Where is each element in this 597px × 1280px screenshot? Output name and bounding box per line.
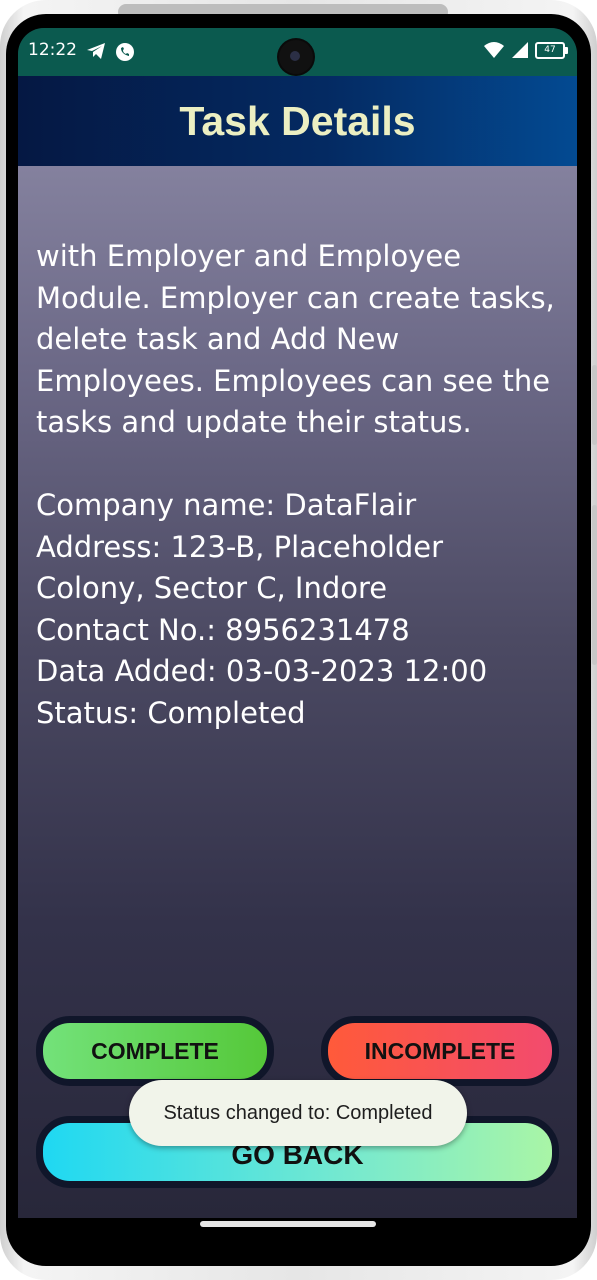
phone-frame: 12:22 47 Task Details with Employer and … [0,0,597,1280]
front-camera [279,40,313,74]
complete-button[interactable]: COMPLETE [36,1016,274,1086]
system-icons: 47 [483,41,568,59]
telegram-icon [87,43,105,59]
signal-icon [512,42,528,58]
incomplete-button[interactable]: INCOMPLETE [321,1016,559,1086]
task-details-text: with Employer and Employee Module. Emplo… [36,239,555,730]
page-title: Task Details [179,98,416,144]
volume-button [592,365,597,445]
power-button [592,505,597,665]
status-time: 12:22 [28,40,77,60]
home-indicator[interactable] [200,1221,376,1227]
screen: 12:22 47 Task Details with Employer and … [18,28,577,1218]
status-toast: Status changed to: Completed [129,1080,467,1146]
status-bar: 12:22 47 [18,28,577,76]
whatsapp-icon [116,43,134,61]
notification-icons [86,41,136,63]
battery-icon: 47 [535,41,568,59]
app-bar: Task Details [18,76,577,166]
wifi-icon [484,42,504,58]
